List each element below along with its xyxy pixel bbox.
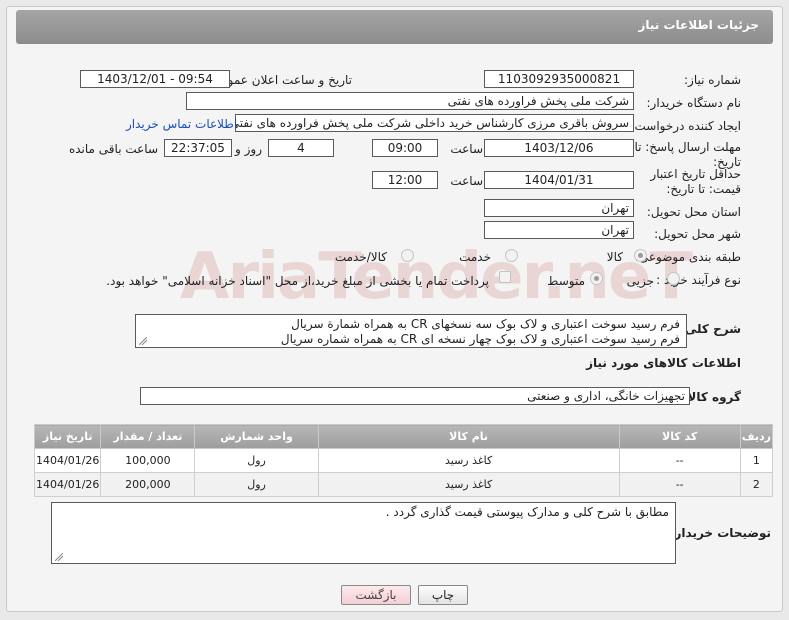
province-field: تهران (484, 199, 634, 217)
cell-need-date: 1404/01/26 (33, 448, 102, 473)
page-header: جزئیات اطلاعات نیاز (16, 10, 773, 44)
col-quantity: تعداد / مقدار (100, 424, 196, 449)
goods-table-header: ردیف کد کالا نام کالا واحد شمارش تعداد /… (33, 424, 774, 449)
requester-label: ایجاد کننده درخواست: (630, 119, 741, 133)
goods-group-label: گروه کالا: (682, 390, 741, 404)
print-button[interactable]: چاپ (418, 585, 468, 605)
purchase-partial-label: جزیی (626, 274, 654, 288)
cell-need-date: 1404/01/26 (33, 472, 102, 497)
description-line-2: فرم رسید سوخت اعتباری و لاک بوک چهار نسخ… (280, 332, 680, 346)
deadline-time-label: ساعت (450, 142, 483, 156)
remaining-time-field: 22:37:05 (164, 139, 232, 157)
buyer-notes-text: مطابق با شرح کلی و مدارک پیوستی قیمت گذا… (385, 505, 669, 519)
days-label: روز و (235, 142, 262, 156)
purchase-partial-radio[interactable] (667, 272, 680, 285)
city-label: شهر محل تحویل: (654, 227, 741, 241)
cell-goods-name: کاغذ رسید (317, 472, 620, 497)
validity-date-field: 1404/01/31 (484, 171, 634, 189)
col-goods-code: کد کالا (618, 424, 741, 449)
purchase-medium-label: متوسط (547, 274, 585, 288)
buyer-org-label: نام دستگاه خریدار: (646, 96, 742, 110)
category-label: طبقه بندی موضوعی: (634, 250, 741, 264)
resize-grip-icon[interactable] (139, 337, 147, 345)
description-line-1: فرم رسید سوخت اعتباری و لاک بوک سه نسخها… (291, 317, 680, 331)
cell-goods-code: -- (618, 472, 741, 497)
cell-goods-code: -- (618, 448, 741, 473)
requester-field: سروش باقری مرزی کارشناس خرید داخلی شرکت … (235, 114, 634, 132)
validity-time-field: 12:00 (372, 171, 438, 189)
back-button[interactable]: بازگشت (341, 585, 411, 605)
goods-group-field: تجهیزات خانگی، اداری و صنعتی (140, 387, 690, 405)
description-textarea[interactable]: فرم رسید سوخت اعتباری و لاک بوک سه نسخها… (135, 314, 687, 348)
col-row-number: ردیف (739, 424, 774, 449)
deadline-label: مهلت ارسال پاسخ: تا تاریخ: (634, 140, 741, 169)
treasury-payment-checkbox[interactable] (499, 271, 511, 283)
category-goods-service-radio[interactable] (401, 249, 414, 262)
cell-goods-name: کاغذ رسید (317, 448, 620, 473)
cell-row-number: 2 (739, 472, 774, 497)
need-number-label: شماره نیاز: (684, 73, 741, 87)
cell-quantity: 100,000 (100, 448, 196, 473)
days-field: 4 (268, 139, 334, 157)
remaining-label: ساعت باقی مانده (68, 142, 158, 156)
category-goods-radio[interactable] (634, 249, 647, 262)
cell-row-number: 1 (739, 448, 774, 473)
goods-section-title: اطلاعات کالاهای مورد نیاز (586, 356, 741, 370)
treasury-payment-note: پرداخت تمام یا بخشی از مبلغ خرید،از محل … (106, 274, 489, 288)
col-goods-name: نام کالا (317, 424, 620, 449)
deadline-time-field: 09:00 (372, 139, 438, 157)
table-row: 2 -- کاغذ رسید رول 200,000 1404/01/26 (33, 472, 774, 497)
resize-grip-icon[interactable] (55, 553, 63, 561)
page-title: جزئیات اطلاعات نیاز (638, 18, 759, 32)
buyer-org-field: شرکت ملی پخش فراورده های نفتی (186, 92, 634, 110)
contact-info-link[interactable]: اطلاعات تماس خریدار (126, 117, 237, 131)
purchase-medium-radio[interactable] (590, 272, 603, 285)
goods-table: ردیف کد کالا نام کالا واحد شمارش تعداد /… (33, 424, 774, 497)
need-number-field: 1103092935000821 (484, 70, 634, 88)
table-row: 1 -- کاغذ رسید رول 100,000 1404/01/26 (33, 448, 774, 473)
cell-unit: رول (194, 448, 319, 473)
buyer-notes-label: توضیحات خریدار: (669, 526, 771, 540)
category-service-label: خدمت (459, 250, 491, 264)
validity-label: حداقل تاریخ اعتبار قیمت: تا تاریخ: (650, 167, 741, 196)
category-service-radio[interactable] (505, 249, 518, 262)
deadline-date-field: 1403/12/06 (484, 139, 634, 157)
category-goods-label: کالا (606, 250, 623, 264)
buyer-notes-textarea[interactable]: مطابق با شرح کلی و مدارک پیوستی قیمت گذا… (51, 502, 676, 564)
cell-quantity: 200,000 (100, 472, 196, 497)
col-need-date: تاریخ نیاز (33, 424, 102, 449)
col-unit: واحد شمارش (194, 424, 319, 449)
cell-unit: رول (194, 472, 319, 497)
validity-time-label: ساعت (450, 174, 483, 188)
province-label: استان محل تحویل: (646, 205, 741, 219)
category-goods-service-label: کالا/خدمت (334, 250, 387, 264)
city-field: تهران (484, 221, 634, 239)
announce-field: 1403/12/01 - 09:54 (80, 70, 230, 88)
